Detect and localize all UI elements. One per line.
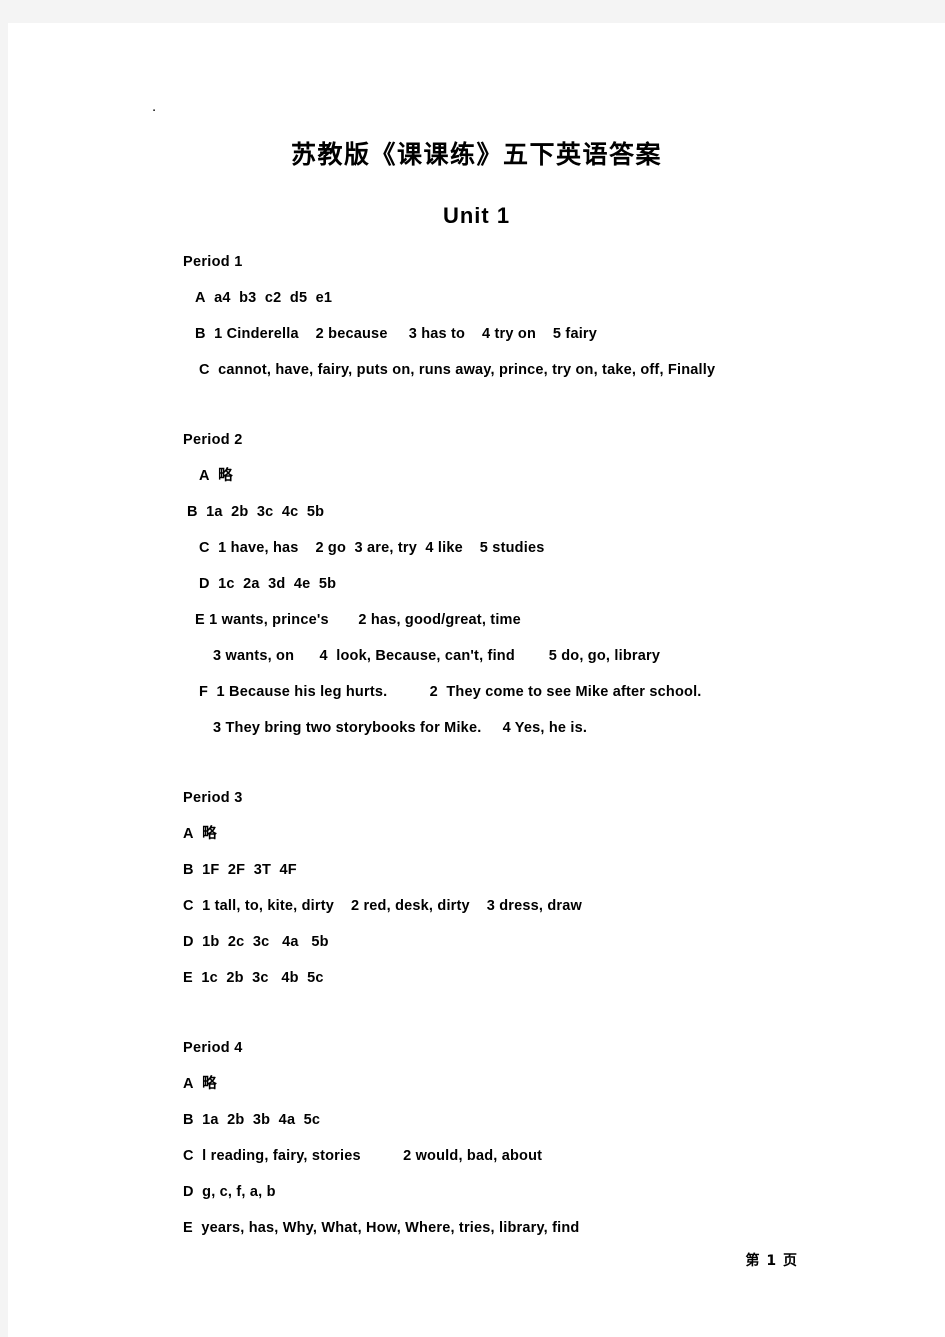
answer-content: 1 have, has 2 go 3 are, try 4 like 5 stu… bbox=[218, 540, 545, 556]
answer-line: B 1F 2F 3T 4F bbox=[8, 863, 945, 899]
answer-line-continuation: 3 They bring two storybooks for Mike. 4 … bbox=[8, 721, 945, 757]
answer-label: C bbox=[199, 362, 210, 378]
period-block-3: Period 3 A 略 B 1F 2F 3T 4F C 1 tall, to,… bbox=[8, 791, 945, 1007]
answer-label: D bbox=[183, 934, 194, 950]
page-footer: 第 1 页 bbox=[745, 1253, 798, 1269]
answer-line: D 1b 2c 3c 4a 5b bbox=[8, 935, 945, 971]
answer-content: 1 Because his leg hurts. 2 They come to … bbox=[216, 684, 702, 700]
answer-label: A bbox=[199, 468, 210, 484]
answer-label: B bbox=[183, 1112, 194, 1128]
period-heading-2: Period 2 bbox=[183, 432, 243, 448]
period-block-2: Period 2 A 略 B 1a 2b 3c 4c 5b C 1 have, … bbox=[8, 433, 945, 757]
answer-label: A bbox=[183, 1076, 194, 1092]
answer-content: 1 tall, to, kite, dirty 2 red, desk, dir… bbox=[202, 898, 583, 914]
answer-label: B bbox=[183, 862, 194, 878]
answer-label: E bbox=[183, 1220, 193, 1236]
answer-line: A 略 bbox=[8, 469, 945, 505]
document-page: . 苏教版《课课练》五下英语答案 Unit 1 Period 1 A a4 b3… bbox=[8, 23, 945, 1337]
answer-label: C bbox=[183, 898, 194, 914]
period-heading-1: Period 1 bbox=[183, 254, 243, 270]
answer-content: 1c 2a 3d 4e 5b bbox=[218, 576, 337, 592]
answer-line: F 1 Because his leg hurts. 2 They come t… bbox=[8, 685, 945, 721]
answer-content: years, has, Why, What, How, Where, tries… bbox=[201, 1220, 580, 1236]
answer-content: 1a 2b 3c 4c 5b bbox=[206, 504, 325, 520]
answer-content: 略 bbox=[218, 468, 233, 484]
answer-content: 1 Cinderella 2 because 3 has to 4 try on… bbox=[214, 326, 598, 342]
answer-line: D g, c, f, a, b bbox=[8, 1185, 945, 1221]
answer-line: A a4 b3 c2 d5 e1 bbox=[8, 291, 945, 327]
answer-line: A 略 bbox=[8, 827, 945, 863]
answer-label: A bbox=[195, 290, 206, 306]
answer-label: D bbox=[199, 576, 210, 592]
answer-line: B 1a 2b 3b 4a 5c bbox=[8, 1113, 945, 1149]
answer-line: B 1 Cinderella 2 because 3 has to 4 try … bbox=[8, 327, 945, 363]
answer-content: 1F 2F 3T 4F bbox=[202, 862, 297, 878]
answer-label: B bbox=[187, 504, 198, 520]
answer-content: 3 They bring two storybooks for Mike. 4 … bbox=[213, 720, 588, 736]
answer-line: C l reading, fairy, stories 2 would, bad… bbox=[8, 1149, 945, 1185]
period-heading-3: Period 3 bbox=[183, 790, 243, 806]
answer-line-continuation: 3 wants, on 4 look, Because, can't, find… bbox=[8, 649, 945, 685]
answer-content: cannot, have, fairy, puts on, runs away,… bbox=[218, 362, 716, 378]
answer-label: E bbox=[183, 970, 193, 986]
answer-content: 1 wants, prince's 2 has, good/great, tim… bbox=[209, 612, 521, 628]
answer-line: D 1c 2a 3d 4e 5b bbox=[8, 577, 945, 613]
answer-label: C bbox=[183, 1148, 194, 1164]
answer-label: B bbox=[195, 326, 206, 342]
answer-line: A 略 bbox=[8, 1077, 945, 1113]
answer-content: l reading, fairy, stories 2 would, bad, … bbox=[202, 1148, 543, 1164]
answer-line: C 1 tall, to, kite, dirty 2 red, desk, d… bbox=[8, 899, 945, 935]
page-title: 苏教版《课课练》五下英语答案 bbox=[290, 140, 662, 169]
answer-content: 略 bbox=[202, 826, 217, 842]
answer-content: g, c, f, a, b bbox=[202, 1184, 276, 1200]
answer-key-body: Period 1 A a4 b3 c2 d5 e1 B 1 Cinderella… bbox=[8, 255, 945, 1257]
answer-content: 1b 2c 3c 4a 5b bbox=[202, 934, 329, 950]
unit-heading: Unit 1 bbox=[442, 203, 511, 228]
answer-label: E bbox=[195, 612, 205, 628]
answer-label: A bbox=[183, 826, 194, 842]
answer-content: 略 bbox=[202, 1076, 217, 1092]
answer-content: 1c 2b 3c 4b 5c bbox=[201, 970, 324, 986]
answer-content: 3 wants, on 4 look, Because, can't, find… bbox=[213, 648, 661, 664]
answer-label: C bbox=[199, 540, 210, 556]
period-block-4: Period 4 A 略 B 1a 2b 3b 4a 5c C l readin… bbox=[8, 1041, 945, 1257]
answer-line: C cannot, have, fairy, puts on, runs awa… bbox=[8, 363, 945, 399]
period-block-1: Period 1 A a4 b3 c2 d5 e1 B 1 Cinderella… bbox=[8, 255, 945, 399]
answer-label: D bbox=[183, 1184, 194, 1200]
answer-line: C 1 have, has 2 go 3 are, try 4 like 5 s… bbox=[8, 541, 945, 577]
answer-line: B 1a 2b 3c 4c 5b bbox=[8, 505, 945, 541]
answer-label: F bbox=[199, 684, 209, 700]
answer-line: E 1 wants, prince's 2 has, good/great, t… bbox=[8, 613, 945, 649]
answer-content: a4 b3 c2 d5 e1 bbox=[214, 290, 333, 306]
answer-content: 1a 2b 3b 4a 5c bbox=[202, 1112, 321, 1128]
period-heading-4: Period 4 bbox=[183, 1040, 243, 1056]
answer-line: E 1c 2b 3c 4b 5c bbox=[8, 971, 945, 1007]
stray-period-mark: . bbox=[152, 98, 157, 115]
